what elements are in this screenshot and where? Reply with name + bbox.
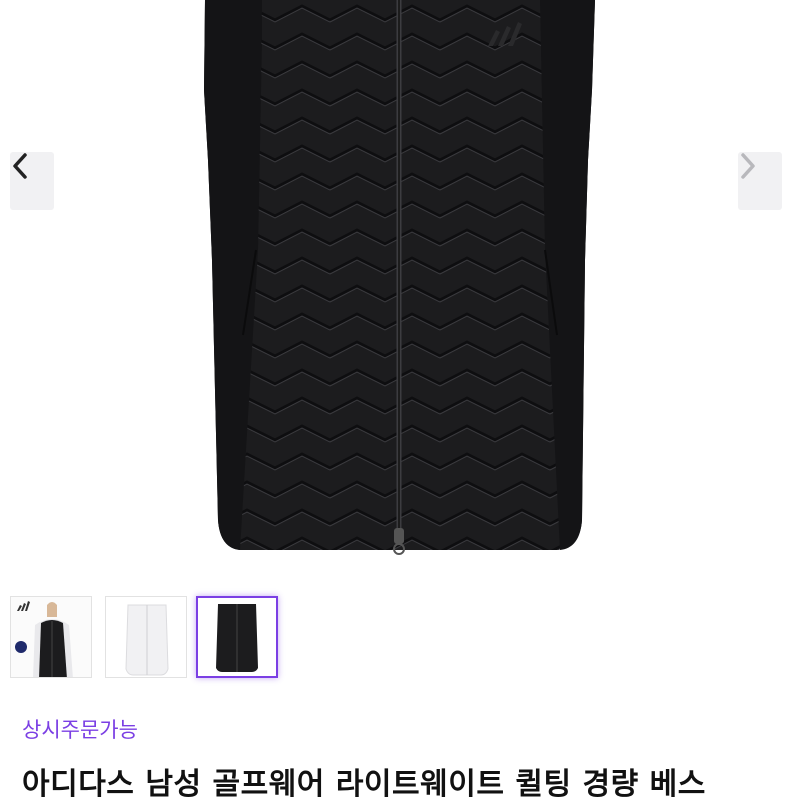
product-main-image xyxy=(0,0,793,585)
thumbnail-model-vest[interactable] xyxy=(10,596,92,678)
thumbnail-image xyxy=(198,598,276,676)
next-image-button[interactable] xyxy=(738,152,782,210)
thumbnail-image xyxy=(11,597,91,677)
previous-image-button[interactable] xyxy=(10,152,54,210)
order-status-label: 상시주문가능 xyxy=(22,718,138,742)
thumbnail-black-vest[interactable] xyxy=(196,596,278,678)
product-title: 아디다스 남성 골프웨어 라이트웨이트 퀼팅 경량 베스 xyxy=(22,767,706,802)
thumbnail-white-vest[interactable] xyxy=(105,596,187,678)
vest-illustration xyxy=(204,0,595,555)
thumbnail-image xyxy=(106,597,186,677)
